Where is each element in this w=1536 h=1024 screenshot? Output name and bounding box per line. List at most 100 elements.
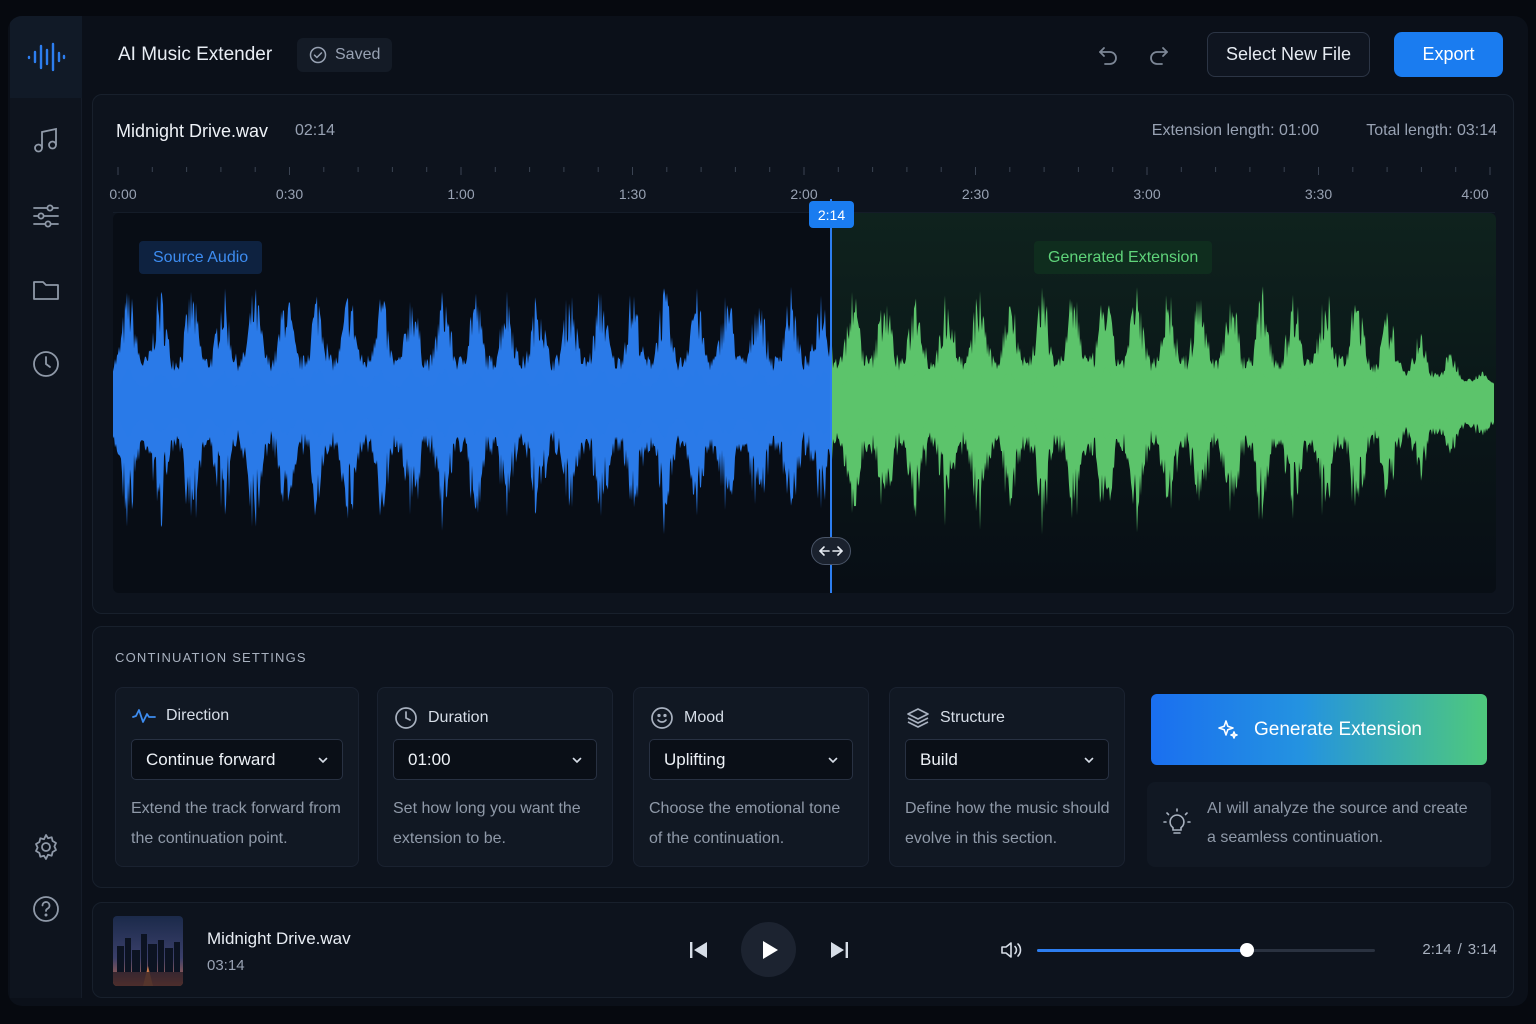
chevron-down-icon: [1084, 757, 1094, 764]
undo-button[interactable]: [1093, 40, 1123, 70]
previous-button[interactable]: [685, 936, 713, 964]
generated-extension-label: Generated Extension: [1034, 241, 1213, 274]
timeline-ruler[interactable]: 0:00 0:30 1:00 1:30 2:00 2:30 3:00 3:30 4:00: [93, 155, 1513, 213]
continuation-settings-panel: CONTINUATION SETTINGS Direction Continue…: [92, 626, 1514, 888]
ai-hint-text: AI will analyze the source and create a …: [1207, 800, 1468, 846]
timeline-tick-label: 3:30: [1305, 186, 1332, 202]
sidebar-item-history[interactable]: [26, 344, 66, 384]
timeline-tick-label: 3:00: [1133, 186, 1160, 202]
timeline-tick-label: 2:30: [962, 186, 989, 202]
waveform-logo-icon: [27, 42, 66, 72]
duration-value: 01:00: [408, 749, 451, 769]
total-length: Total length: 03:14: [1366, 122, 1497, 139]
volume-icon: [1001, 942, 1022, 958]
duration-card: Duration 01:00 Set how long you want the…: [377, 687, 613, 867]
playhead-line[interactable]: [830, 199, 832, 593]
track-file-name: Midnight Drive.wav: [116, 121, 269, 141]
chevron-down-icon: [828, 757, 838, 764]
check-circle-icon: [309, 46, 327, 64]
direction-card: Direction Continue forward Extend the tr…: [115, 687, 359, 867]
timeline-tick-label: 0:00: [109, 186, 136, 202]
saved-status: Saved: [297, 38, 393, 72]
duration-label: Duration: [428, 709, 489, 726]
generate-extension-button[interactable]: Generate Extension: [1151, 694, 1487, 765]
sidebar-item-files[interactable]: [26, 270, 66, 310]
time-separator: /: [1457, 941, 1462, 958]
redo-button[interactable]: [1144, 40, 1174, 70]
clock-icon: [395, 707, 417, 729]
mood-select[interactable]: Uplifting: [649, 739, 853, 780]
structure-description: Define how the music should evolve in th…: [905, 800, 1110, 847]
album-cover: [113, 916, 183, 986]
timeline-tick-label: 4:00: [1461, 186, 1488, 202]
track-duration: 02:14: [295, 122, 336, 139]
timeline-tick-label: 0:30: [276, 186, 303, 202]
volume-slider[interactable]: [1037, 943, 1375, 957]
chevron-down-icon: [572, 757, 582, 764]
smiley-icon: [651, 707, 673, 729]
mood-description: Choose the emotional tone of the continu…: [649, 800, 841, 847]
folder-icon: [33, 281, 59, 300]
play-icon: [762, 940, 778, 959]
ai-hint: AI will analyze the source and create a …: [1147, 782, 1491, 867]
generate-extension-label: Generate Extension: [1254, 718, 1422, 740]
waveform-panel: Midnight Drive.wav 02:14 Extension lengt…: [92, 94, 1514, 614]
undo-icon: [1099, 47, 1117, 65]
play-button[interactable]: [741, 922, 796, 977]
duration-select[interactable]: 01:00: [393, 739, 597, 780]
lightbulb-icon: [1163, 808, 1191, 834]
structure-label: Structure: [940, 709, 1005, 726]
timeline-tick-label: 1:00: [447, 186, 474, 202]
continuation-point-handle[interactable]: [811, 537, 851, 565]
history-clock-icon: [33, 351, 59, 377]
volume-button[interactable]: [997, 936, 1025, 964]
sliders-icon: [33, 204, 59, 228]
wave-line-icon: [132, 709, 156, 723]
direction-label: Direction: [166, 707, 230, 724]
direction-value: Continue forward: [146, 749, 276, 769]
sidebar: [10, 16, 82, 998]
city-night-artwork: [113, 916, 183, 986]
settings-title: CONTINUATION SETTINGS: [115, 650, 307, 665]
structure-card: Structure Build Define how the music sho…: [889, 687, 1125, 867]
help-icon: [33, 896, 59, 922]
drag-horizontal-icon: [819, 546, 843, 556]
structure-select[interactable]: Build: [905, 739, 1109, 780]
timeline-tick-label: 2:00: [790, 186, 817, 202]
waveform-canvas: [113, 286, 1494, 535]
sparkle-icon: [1218, 719, 1238, 739]
next-button[interactable]: [825, 936, 853, 964]
layers-icon: [907, 708, 929, 728]
mood-card: Mood Uplifting Choose the emotional tone…: [633, 687, 869, 867]
waveform-area[interactable]: Source Audio Generated Extension: [113, 213, 1496, 593]
redo-icon: [1150, 47, 1168, 65]
player-bar: Midnight Drive.wav 03:14 2:14 / 3:14: [92, 902, 1514, 998]
playhead-time-badge[interactable]: 2:14: [809, 201, 854, 228]
chevron-down-icon: [318, 757, 328, 764]
mood-value: Uplifting: [664, 749, 726, 769]
total-time: 3:14: [1467, 941, 1497, 958]
export-button[interactable]: Export: [1394, 32, 1503, 77]
mood-label: Mood: [684, 709, 725, 726]
saved-label: Saved: [335, 46, 381, 63]
structure-value: Build: [920, 749, 958, 769]
sidebar-item-settings[interactable]: [26, 827, 66, 867]
direction-description: Extend the track forward from the contin…: [131, 800, 341, 847]
duration-description: Set how long you want the extension to b…: [393, 800, 581, 847]
sidebar-item-help[interactable]: [26, 889, 66, 929]
skip-next-icon: [831, 942, 848, 958]
sidebar-item-music[interactable]: [26, 121, 66, 161]
volume-knob[interactable]: [1239, 943, 1254, 957]
timeline-tick-label: 1:30: [619, 186, 646, 202]
source-audio-label: Source Audio: [139, 241, 263, 274]
logo[interactable]: [10, 16, 82, 98]
direction-select[interactable]: Continue forward: [131, 739, 343, 780]
volume-fill: [1037, 949, 1247, 952]
player-track-duration: 03:14: [207, 957, 245, 974]
app-title: AI Music Extender: [118, 44, 273, 65]
player-track-name: Midnight Drive.wav: [207, 929, 351, 948]
top-bar: AI Music Extender Saved Select New File …: [90, 16, 1528, 94]
sidebar-item-mixer[interactable]: [26, 196, 66, 236]
select-new-file-button[interactable]: Select New File: [1207, 32, 1370, 77]
app-window: AI Music Extender Saved Select New File …: [8, 16, 1528, 1006]
